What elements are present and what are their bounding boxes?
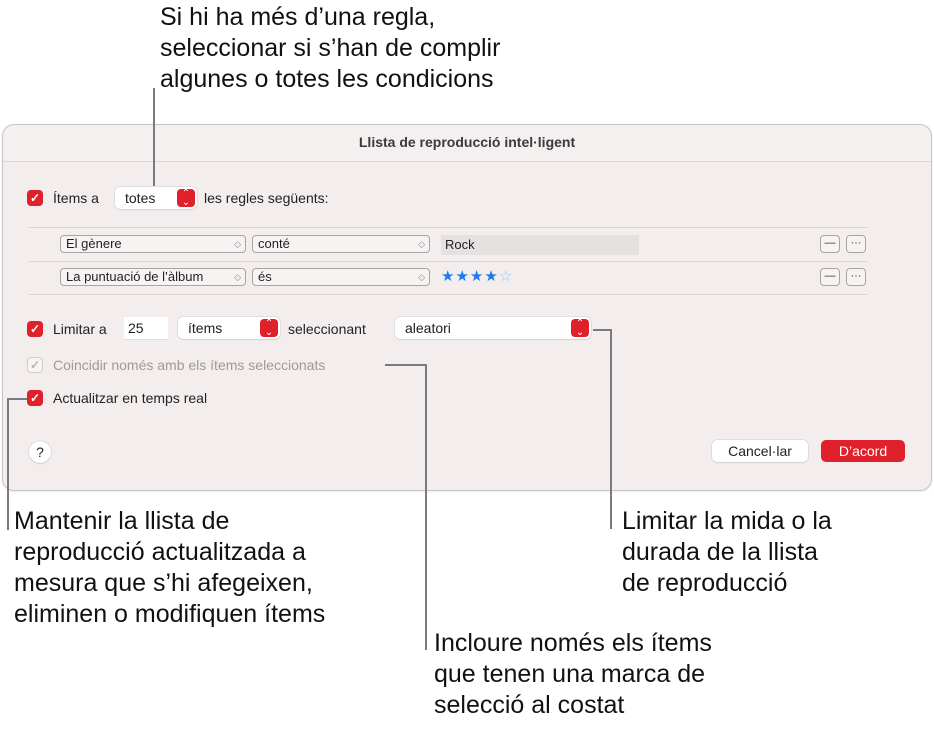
rule-value-text: Rock — [445, 237, 475, 252]
star-filled-icon[interactable]: ★ — [484, 268, 498, 285]
help-button[interactable]: ? — [29, 441, 51, 463]
rule-field-value: El gènere — [66, 236, 122, 251]
ok-button[interactable]: D’acord — [821, 440, 905, 462]
callout-match-rules: Si hi ha més d’una regla, seleccionar si… — [160, 3, 501, 93]
rule-value-input[interactable]: Rock — [441, 235, 639, 255]
rule-field-select[interactable]: La puntuació de l’àlbum ◇ — [60, 268, 246, 286]
star-empty-icon[interactable]: ☆ — [499, 268, 513, 285]
updown-chevron-icon: ⌃ ⌄ — [177, 189, 195, 208]
remove-rule-button[interactable]: — — [820, 235, 840, 253]
leader-line-limit-h — [593, 329, 611, 331]
live-update-label: Actualitzar en temps real — [53, 390, 208, 406]
callout-checked-only: Incloure només els ítems que tenen una m… — [434, 629, 712, 719]
limit-unit-value: ítems — [188, 320, 223, 336]
limit-unit-popup[interactable]: ítems ⌃ ⌄ — [178, 317, 280, 339]
rule-operator-value: conté — [258, 236, 290, 251]
cancel-button[interactable]: Cancel·lar — [712, 440, 808, 462]
rule-operator-select[interactable]: és ◇ — [252, 268, 430, 286]
updown-chevron-icon: ⌃ ⌄ — [260, 319, 278, 338]
match-checked-label: Coincidir només amb els ítems selecciona… — [53, 357, 326, 373]
match-prefix-label: Ítems a — [53, 190, 99, 206]
selecting-value: aleatori — [405, 320, 451, 336]
remove-rule-button[interactable]: — — [820, 268, 840, 286]
rule-operator-select[interactable]: conté ◇ — [252, 235, 430, 253]
star-filled-icon[interactable]: ★ — [455, 268, 469, 285]
leader-line-live-v — [7, 398, 9, 530]
callout-limit: Limitar la mida o la durada de la llista… — [622, 507, 832, 597]
limit-amount-input[interactable]: 25 — [124, 317, 168, 340]
rule-operator-value: és — [258, 269, 272, 284]
star-filled-icon[interactable]: ★ — [470, 268, 484, 285]
more-rule-button[interactable]: ··· — [846, 235, 866, 253]
rule-row: El gènere ◇ conté ◇ Rock — ··· — [29, 228, 867, 260]
match-mode-popup[interactable]: totes ⌃ ⌄ — [115, 187, 197, 209]
leader-line-limit-v — [610, 329, 612, 529]
limit-checkbox[interactable]: ✓ — [27, 321, 43, 337]
match-checked-checkbox[interactable]: ✓ — [27, 357, 43, 373]
rating-stars[interactable]: ★★★★☆ — [441, 267, 513, 285]
selecting-label: seleccionant — [288, 321, 366, 337]
leader-line-checked-v — [425, 364, 427, 650]
leader-line-live-h — [7, 398, 27, 400]
smart-playlist-dialog: Llista de reproducció intel·ligent ✓ Íte… — [2, 124, 932, 491]
updown-chevron-icon: ◇ — [234, 272, 241, 282]
leader-line-top — [153, 88, 155, 186]
leader-line-checked-h — [385, 364, 427, 366]
updown-chevron-icon: ◇ — [234, 239, 241, 249]
rule-field-value: La puntuació de l’àlbum — [66, 269, 204, 284]
updown-chevron-icon: ◇ — [418, 272, 425, 282]
match-mode-value: totes — [125, 190, 156, 206]
rules-list: El gènere ◇ conté ◇ Rock — ··· La puntua… — [29, 227, 867, 295]
limit-label: Limitar a — [53, 321, 107, 337]
updown-chevron-icon: ◇ — [418, 239, 425, 249]
rule-row: La puntuació de l’àlbum ◇ és ◇ ★★★★☆ — ·… — [29, 261, 867, 294]
live-update-checkbox[interactable]: ✓ — [27, 390, 43, 406]
match-checkbox[interactable]: ✓ — [27, 190, 43, 206]
selecting-popup[interactable]: aleatori ⌃ ⌄ — [395, 317, 591, 339]
dialog-title: Llista de reproducció intel·ligent — [3, 125, 931, 162]
rule-field-select[interactable]: El gènere ◇ — [60, 235, 246, 253]
star-filled-icon[interactable]: ★ — [441, 268, 455, 285]
more-rule-button[interactable]: ··· — [846, 268, 866, 286]
match-suffix-label: les regles següents: — [204, 190, 329, 206]
updown-chevron-icon: ⌃ ⌄ — [571, 319, 589, 338]
callout-live-update: Mantenir la llista de reproducció actual… — [14, 507, 326, 628]
limit-amount-value: 25 — [128, 320, 144, 336]
